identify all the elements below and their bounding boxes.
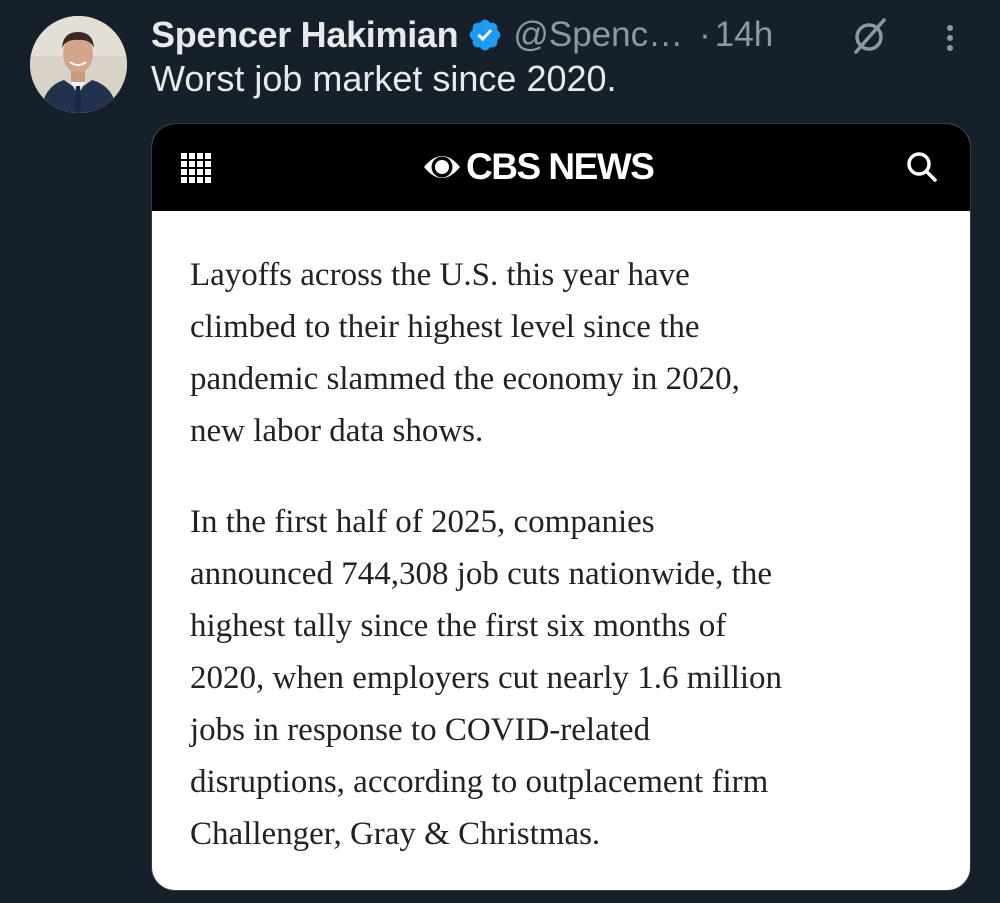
avatar[interactable] <box>30 16 127 113</box>
article-body: Layoffs across the U.S. this year have c… <box>190 249 950 860</box>
search-icon <box>904 149 940 185</box>
author-handle[interactable]: @Spenc… <box>513 15 683 55</box>
grid-menu-icon <box>181 153 211 183</box>
article-paragraph: Layoffs across the U.S. this year have c… <box>190 257 740 449</box>
more-icon[interactable] <box>938 20 962 56</box>
site-name: CBS NEWS <box>466 146 655 187</box>
cbs-header-bar: CBS NEWS <box>152 124 970 211</box>
tweet-header: Spencer Hakimian @Spenc… · 14h <box>151 10 773 60</box>
article-paragraph: In the first half of 2025, companies ann… <box>190 504 783 852</box>
verified-badge-icon[interactable] <box>467 17 503 53</box>
tweet[interactable]: Spencer Hakimian @Spenc… · 14h Worst job… <box>0 0 1000 903</box>
tweet-text: Worst job market since 2020. <box>151 58 617 99</box>
attached-image[interactable]: CBS NEWS Layoffs across the U.S. this ye… <box>151 123 971 891</box>
separator-dot: · <box>699 15 711 54</box>
cbs-eye-icon <box>422 147 462 187</box>
cbs-news-logo: CBS NEWS <box>422 144 655 190</box>
grok-icon[interactable] <box>848 14 890 56</box>
tweet-timestamp[interactable]: 14h <box>715 15 773 55</box>
author-display-name[interactable]: Spencer Hakimian <box>151 14 459 56</box>
